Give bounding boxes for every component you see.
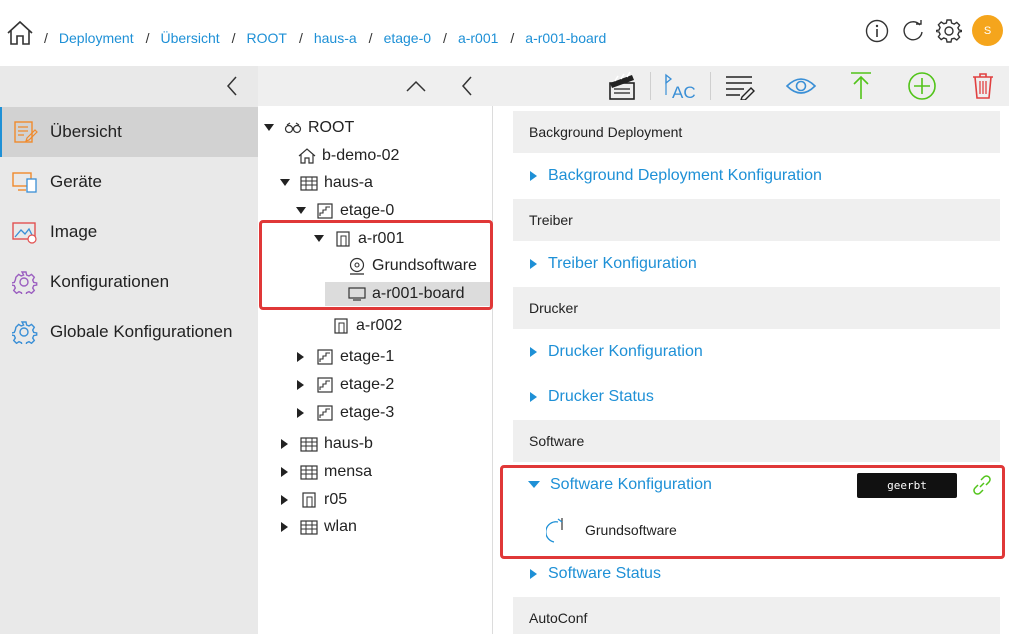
breadcrumb-a-r001-board[interactable]: a-r001-board: [525, 30, 606, 46]
building-icon: [300, 463, 318, 481]
header: / Deployment / Übersicht / ROOT / haus-a…: [0, 0, 1009, 66]
caret-right-icon: [530, 569, 537, 579]
settings-gear-icon[interactable]: [936, 18, 962, 44]
sidebar-item-konfigurationen[interactable]: Konfigurationen: [0, 257, 258, 307]
tree-node-haus-a[interactable]: haus-a: [280, 171, 373, 195]
overview-icon: [12, 119, 40, 145]
tree-node-etage-1[interactable]: etage-1: [296, 345, 394, 369]
info-icon[interactable]: [864, 18, 890, 44]
section-header-software: Software: [513, 420, 1000, 462]
building-icon: [300, 174, 318, 192]
home-icon[interactable]: [6, 20, 34, 46]
sidebar-item-geraete[interactable]: Geräte: [0, 157, 258, 207]
toolbar: AC: [258, 66, 1009, 106]
user-avatar[interactable]: S: [972, 15, 1003, 46]
tree-node-etage-2[interactable]: etage-2: [296, 373, 394, 397]
highlight-box: [259, 220, 493, 310]
home-icon: [298, 147, 316, 165]
room-door-icon: [332, 317, 350, 335]
caret-right-icon: [530, 392, 537, 402]
sidebar-item-image[interactable]: Image: [0, 207, 258, 257]
tree-node-r05[interactable]: r05: [280, 488, 347, 512]
tree-node-root[interactable]: ROOT: [264, 116, 354, 140]
tree-node-haus-b[interactable]: haus-b: [280, 432, 373, 456]
stairs-icon: [316, 404, 334, 422]
devices-icon: [12, 169, 40, 195]
sidebar: Übersicht Geräte Image Konfigurationen G…: [0, 66, 258, 634]
breadcrumb-deployment[interactable]: Deployment: [59, 30, 134, 46]
expanded-triangle-icon[interactable]: [280, 178, 290, 188]
breadcrumb-uebersicht[interactable]: Übersicht: [160, 30, 219, 46]
refresh-icon[interactable]: [900, 18, 926, 44]
tree-node-b-demo-02[interactable]: b-demo-02: [298, 144, 399, 168]
breadcrumb-haus-a[interactable]: haus-a: [314, 30, 357, 46]
collapsed-triangle-icon[interactable]: [296, 408, 306, 418]
caret-right-icon: [530, 347, 537, 357]
expanded-triangle-icon[interactable]: [264, 123, 274, 133]
breadcrumb-root[interactable]: ROOT: [247, 30, 287, 46]
collapsed-triangle-icon[interactable]: [296, 352, 306, 362]
tree-node-a-r002[interactable]: a-r002: [332, 314, 402, 338]
back-icon[interactable]: [458, 70, 476, 102]
header-actions: S: [864, 15, 1003, 46]
collapsed-triangle-icon[interactable]: [280, 439, 290, 449]
collapsed-triangle-icon[interactable]: [280, 467, 290, 477]
building-icon: [300, 518, 318, 536]
link-background-deployment-konfiguration[interactable]: Background Deployment Konfiguration: [530, 164, 822, 188]
breadcrumb: / Deployment / Übersicht / ROOT / haus-a…: [44, 30, 607, 46]
caret-right-icon: [530, 171, 537, 181]
tree-node-mensa[interactable]: mensa: [280, 460, 372, 484]
building-icon: [300, 435, 318, 453]
add-icon[interactable]: [906, 70, 938, 102]
stairs-icon: [316, 348, 334, 366]
collapsed-triangle-icon[interactable]: [280, 495, 290, 505]
section-header-drucker: Drucker: [513, 287, 1000, 329]
expanded-triangle-icon[interactable]: [296, 206, 306, 216]
section-header-autoconf: AutoConf: [513, 597, 1000, 634]
breadcrumb-etage-0[interactable]: etage-0: [384, 30, 431, 46]
eye-icon[interactable]: [784, 70, 818, 102]
sidebar-nav: Übersicht Geräte Image Konfigurationen G…: [0, 107, 258, 357]
toolbar-separator: [650, 72, 651, 100]
toolbar-separator: [710, 72, 711, 100]
collapse-up-icon[interactable]: [404, 70, 428, 102]
svg-text:AC: AC: [672, 83, 696, 101]
section-header-treiber: Treiber: [513, 199, 1000, 241]
root-binoculars-icon: [284, 119, 302, 137]
global-config-icon: [12, 319, 40, 345]
caret-right-icon: [530, 259, 537, 269]
stairs-icon: [316, 376, 334, 394]
image-icon: [12, 219, 40, 245]
tree-node-wlan[interactable]: wlan: [280, 515, 357, 539]
sidebar-item-globale-konfigurationen[interactable]: Globale Konfigurationen: [0, 307, 258, 357]
upload-icon[interactable]: [848, 70, 874, 102]
link-treiber-konfiguration[interactable]: Treiber Konfiguration: [530, 252, 697, 276]
sidebar-collapse-icon[interactable]: [224, 75, 240, 97]
room-door-icon: [300, 491, 318, 509]
list-edit-icon[interactable]: [724, 70, 756, 102]
delete-icon[interactable]: [970, 70, 996, 102]
stairs-icon: [316, 202, 334, 220]
config-gear-icon: [12, 269, 40, 295]
link-software-status[interactable]: Software Status: [530, 562, 661, 586]
tree-panel: ROOT b-demo-02 haus-a etage-0 a-r001 Gru…: [258, 106, 493, 634]
detail-panel: Background Deployment Background Deploym…: [494, 106, 1009, 634]
highlight-box: [500, 465, 1005, 559]
link-drucker-status[interactable]: Drucker Status: [530, 385, 654, 409]
breadcrumb-a-r001[interactable]: a-r001: [458, 30, 498, 46]
link-drucker-konfiguration[interactable]: Drucker Konfiguration: [530, 340, 703, 364]
collapsed-triangle-icon[interactable]: [280, 522, 290, 532]
sidebar-item-uebersicht[interactable]: Übersicht: [0, 107, 258, 157]
rename-ac-icon[interactable]: AC: [662, 70, 696, 102]
tree-node-etage-3[interactable]: etage-3: [296, 401, 394, 425]
section-header-background-deployment: Background Deployment: [513, 111, 1000, 153]
collapsed-triangle-icon[interactable]: [296, 380, 306, 390]
clapperboard-icon[interactable]: [606, 70, 638, 102]
